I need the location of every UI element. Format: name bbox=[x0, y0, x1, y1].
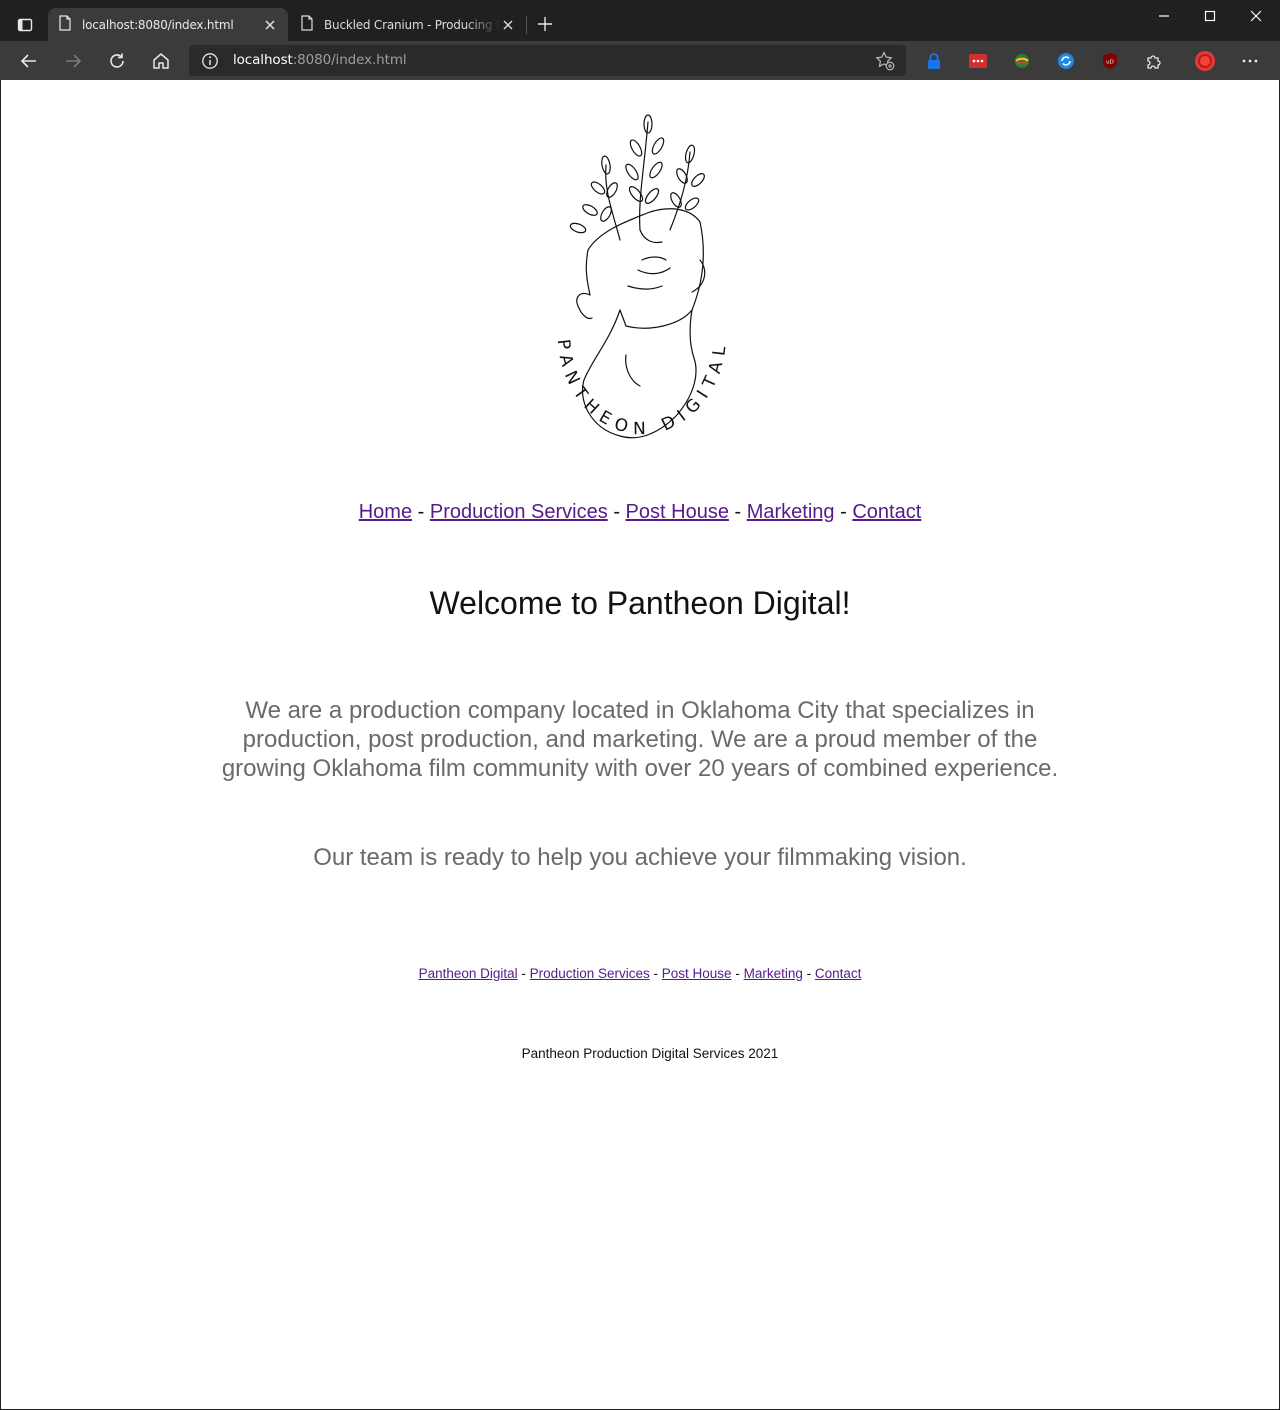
nav-marketing[interactable]: Marketing bbox=[747, 501, 835, 523]
footer-nav-separator: - bbox=[735, 966, 740, 981]
profile-avatar-icon[interactable] bbox=[1194, 50, 1216, 72]
nav-production-services[interactable]: Production Services bbox=[430, 501, 608, 523]
maximize-icon[interactable] bbox=[1187, 0, 1233, 32]
svg-text:PANTHEON DIGITAL: PANTHEON DIGITAL bbox=[553, 338, 731, 439]
browser-toolbar: localhost:8080/index.html uD bbox=[0, 41, 1280, 80]
address-bar[interactable]: localhost:8080/index.html bbox=[189, 45, 906, 76]
url-path: :8080/index.html bbox=[292, 52, 407, 68]
home-icon[interactable] bbox=[146, 46, 176, 76]
tab-divider bbox=[526, 16, 527, 34]
close-icon[interactable] bbox=[262, 17, 278, 33]
lock-extension-icon[interactable] bbox=[924, 51, 944, 71]
more-icon[interactable] bbox=[1240, 51, 1260, 71]
nav-separator: - bbox=[734, 501, 742, 523]
url-text[interactable]: localhost:8080/index.html bbox=[233, 52, 407, 68]
footer-nav: Pantheon Digital - Production Services -… bbox=[1, 966, 1279, 981]
pantheon-logo: PANTHEON DIGITAL bbox=[540, 110, 740, 460]
ublock-icon[interactable]: uD bbox=[1100, 51, 1120, 71]
nav-contact[interactable]: Contact bbox=[852, 501, 921, 523]
back-arrow-icon[interactable] bbox=[14, 46, 44, 76]
footer-nav-post-house[interactable]: Post House bbox=[662, 966, 732, 981]
nav-separator: - bbox=[613, 501, 620, 523]
svg-text:uD: uD bbox=[1106, 60, 1114, 66]
nav-home[interactable]: Home bbox=[359, 501, 412, 523]
tab-title: Buckled Cranium - Producing film bbox=[324, 17, 500, 32]
plus-icon[interactable] bbox=[533, 12, 557, 36]
page-icon bbox=[300, 15, 314, 34]
minimize-icon[interactable] bbox=[1141, 0, 1187, 32]
star-add-icon[interactable] bbox=[874, 50, 896, 72]
page-title: Welcome to Pantheon Digital! bbox=[429, 585, 851, 621]
sync-extension-icon[interactable] bbox=[1056, 51, 1076, 71]
nav-post-house[interactable]: Post House bbox=[626, 501, 729, 523]
info-icon[interactable] bbox=[201, 52, 219, 70]
footer-nav-separator: - bbox=[653, 966, 659, 981]
footer-nav-contact[interactable]: Contact bbox=[815, 966, 862, 981]
url-host: localhost bbox=[233, 52, 293, 68]
tab-buckled-cranium[interactable]: Buckled Cranium - Producing film bbox=[290, 8, 526, 41]
window-close-icon[interactable] bbox=[1233, 0, 1279, 32]
copyright-text: Pantheon Production Digital Services 202… bbox=[521, 1046, 779, 1061]
footer-nav-pantheon-digital[interactable]: Pantheon Digital bbox=[419, 966, 518, 981]
extensions-puzzle-icon[interactable] bbox=[1144, 51, 1164, 71]
page-icon bbox=[58, 15, 72, 34]
web-page: PANTHEON DIGITAL Home - Production Servi… bbox=[1, 80, 1279, 1409]
team-paragraph: Our team is ready to help you achieve yo… bbox=[313, 844, 967, 871]
footer-nav-separator: - bbox=[521, 966, 526, 981]
tab-localhost[interactable]: localhost:8080/index.html bbox=[48, 8, 288, 41]
tab-actions-icon[interactable] bbox=[10, 10, 40, 40]
tab-bar: localhost:8080/index.html Buckled Craniu… bbox=[0, 0, 1280, 41]
logo-text: PANTHEON DIGITAL bbox=[553, 338, 724, 439]
refresh-icon[interactable] bbox=[102, 46, 132, 76]
intro-paragraph: We are a production company located in O… bbox=[221, 697, 1059, 782]
close-icon[interactable] bbox=[500, 17, 516, 33]
nav-separator: - bbox=[417, 501, 425, 523]
main-nav: Home - Production Services - Post House … bbox=[1, 501, 1279, 524]
footer-nav-marketing[interactable]: Marketing bbox=[744, 966, 803, 981]
tab-title: localhost:8080/index.html bbox=[82, 17, 234, 32]
forward-arrow-icon[interactable] bbox=[58, 46, 88, 76]
nav-separator: - bbox=[840, 501, 847, 523]
globe-extension-icon[interactable] bbox=[1012, 51, 1032, 71]
password-extension-icon[interactable] bbox=[968, 51, 988, 71]
footer-nav-production-services[interactable]: Production Services bbox=[530, 966, 650, 981]
footer-nav-separator: - bbox=[806, 966, 812, 981]
